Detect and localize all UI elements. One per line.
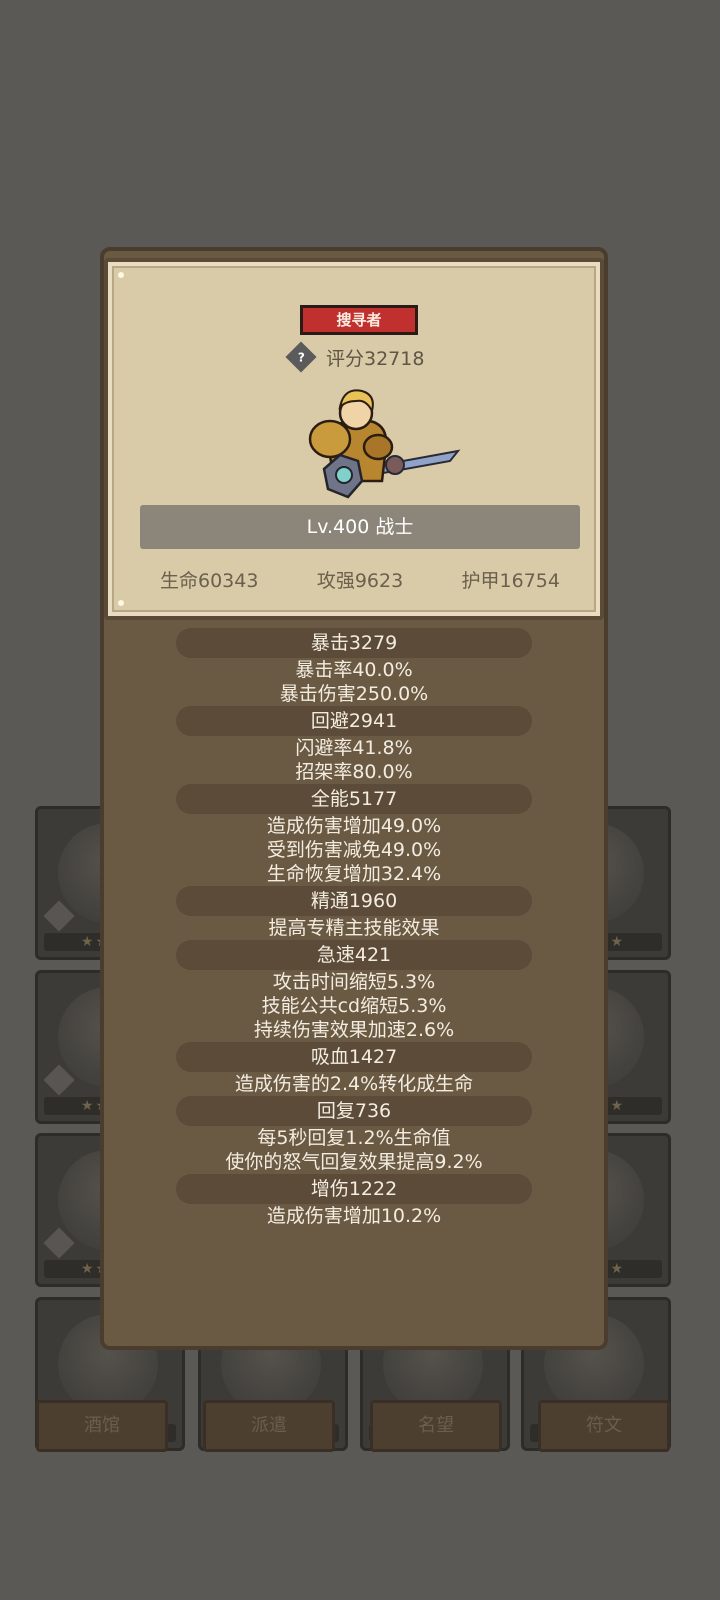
stat-line: 持续伤害效果加速2.6% — [253, 1019, 455, 1041]
stat-health: 生命60343 — [160, 570, 259, 592]
stat-header: 增伤1222 — [176, 1174, 532, 1204]
stat-line: 闪避率41.8% — [295, 737, 413, 759]
level-class-bar: Lv.400 战士 — [140, 505, 580, 549]
stat-block-avoidance: 回避2941 闪避率41.8% 招架率80.0% — [104, 706, 604, 784]
stat-line: 技能公共cd缩短5.3% — [261, 995, 447, 1017]
stat-header: 急速421 — [176, 940, 532, 970]
stat-line: 造成伤害增加49.0% — [266, 815, 442, 837]
help-icon[interactable]: ? — [285, 341, 317, 373]
stat-block-crit: 暴击3279 暴击率40.0% 暴击伤害250.0% — [104, 628, 604, 706]
stat-line: 暴击率40.0% — [295, 659, 413, 681]
stat-line: 生命恢复增加32.4% — [266, 863, 442, 885]
stat-block-versatility: 全能5177 造成伤害增加49.0% 受到伤害减免49.0% 生命恢复增加32.… — [104, 784, 604, 886]
stat-block-lifesteal: 吸血1427 造成伤害的2.4%转化成生命 — [104, 1042, 604, 1096]
stat-line: 受到伤害减免49.0% — [266, 839, 442, 861]
stat-armor: 护甲16754 — [461, 570, 560, 592]
stat-line: 使你的怒气回复效果提高9.2% — [225, 1151, 483, 1173]
stat-header: 精通1960 — [176, 886, 532, 916]
stat-line: 每5秒回复1.2%生命值 — [257, 1127, 451, 1149]
stat-line: 攻击时间缩短5.3% — [272, 971, 436, 993]
stat-line: 招架率80.0% — [295, 761, 413, 783]
stat-block-haste: 急速421 攻击时间缩短5.3% 技能公共cd缩短5.3% 持续伤害效果加速2.… — [104, 940, 604, 1042]
stat-line: 造成伤害增加10.2% — [266, 1205, 442, 1227]
corner-decoration — [118, 600, 124, 606]
stat-line: 暴击伤害250.0% — [279, 683, 429, 705]
stat-header: 回复736 — [176, 1096, 532, 1126]
score-row: ? 评分32718 — [285, 341, 425, 373]
class-tag-badge: 搜寻者 — [300, 305, 418, 335]
score-value: 评分32718 — [326, 347, 425, 370]
tab-dispatch[interactable]: 派遣 — [203, 1400, 335, 1452]
stat-attack-power: 攻强9623 — [316, 570, 404, 592]
stat-header: 回避2941 — [176, 706, 532, 736]
stat-header: 暴击3279 — [176, 628, 532, 658]
warrior-hero-sprite — [308, 389, 461, 499]
corner-decoration — [118, 272, 124, 278]
stat-block-mastery: 精通1960 提高专精主技能效果 — [104, 886, 604, 940]
stat-header: 吸血1427 — [176, 1042, 532, 1072]
stat-line: 造成伤害的2.4%转化成生命 — [234, 1073, 474, 1095]
stat-block-damage-bonus: 增伤1222 造成伤害增加10.2% — [104, 1174, 604, 1228]
detailed-stats-list: 暴击3279 暴击率40.0% 暴击伤害250.0% 回避2941 闪避率41.… — [104, 628, 604, 1228]
tab-reputation[interactable]: 名望 — [370, 1400, 502, 1452]
tab-runes[interactable]: 符文 — [538, 1400, 670, 1452]
stat-line: 提高专精主技能效果 — [268, 917, 440, 939]
stat-header: 全能5177 — [176, 784, 532, 814]
tab-tavern[interactable]: 酒馆 — [36, 1400, 168, 1452]
base-stats-row: 生命60343 攻强9623 护甲16754 — [140, 566, 580, 596]
stat-block-regen: 回复736 每5秒回复1.2%生命值 使你的怒气回复效果提高9.2% — [104, 1096, 604, 1174]
